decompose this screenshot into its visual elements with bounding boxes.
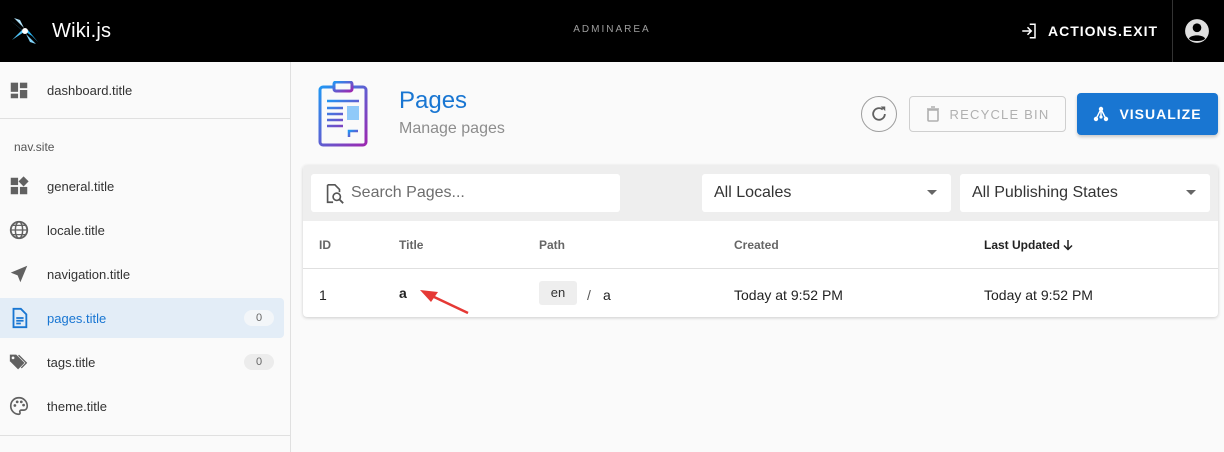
count-badge: 0 — [244, 310, 274, 326]
table-header: ID Title Path Created Last Updated — [303, 221, 1218, 269]
pages-card: All Locales All Publishing States ID Tit… — [303, 165, 1218, 317]
top-app-bar: Wiki.js ADMINAREA ACTIONS.EXIT — [0, 0, 1224, 62]
widgets-icon — [10, 176, 29, 195]
page-subtitle: Manage pages — [399, 120, 505, 137]
locale-chip: en — [539, 281, 577, 305]
sidebar-item-label: tags.title — [47, 354, 96, 370]
refresh-button[interactable] — [861, 96, 897, 132]
count-badge: 0 — [244, 354, 274, 370]
cell-created: Today at 9:52 PM — [734, 287, 843, 303]
recycle-bin-label: RECYCLE BIN — [949, 106, 1050, 122]
column-header-path[interactable]: Path — [539, 238, 565, 252]
sidebar-item-locale[interactable]: locale.title — [0, 210, 284, 250]
sidebar-item-label: theme.title — [47, 398, 107, 414]
locale-select-value: All Locales — [714, 184, 792, 201]
locale-select[interactable]: All Locales — [702, 174, 951, 212]
sidebar-item-pages[interactable]: pages.title 0 — [0, 298, 284, 338]
recycle-bin-button[interactable]: RECYCLE BIN — [909, 96, 1066, 132]
filter-toolbar: All Locales All Publishing States — [303, 165, 1218, 221]
palette-icon — [9, 396, 29, 416]
sidebar: dashboard.title nav.site general.title l… — [0, 62, 291, 452]
topbar-divider — [1172, 0, 1173, 62]
visualize-label: VISUALIZE — [1119, 106, 1202, 122]
sidebar-section-header: nav.site — [14, 140, 55, 154]
trash-icon — [926, 106, 939, 122]
dashboard-icon — [10, 82, 28, 99]
chevron-down-icon — [927, 190, 937, 195]
visualize-button[interactable]: VISUALIZE — [1077, 93, 1218, 135]
sidebar-item-label: locale.title — [47, 222, 105, 238]
exit-button[interactable]: ACTIONS.EXIT — [1020, 18, 1158, 44]
sort-arrow-down-icon — [1063, 240, 1073, 251]
sidebar-item-label: navigation.title — [47, 266, 131, 282]
file-document-icon — [12, 307, 28, 329]
exit-label: ACTIONS.EXIT — [1048, 23, 1159, 39]
page-title: Pages — [399, 87, 468, 114]
column-header-last-updated[interactable]: Last Updated — [984, 238, 1074, 252]
search-input[interactable] — [351, 182, 611, 204]
sidebar-item-tags[interactable]: tags.title 0 — [0, 342, 284, 382]
tags-icon — [9, 354, 28, 370]
publishing-state-select[interactable]: All Publishing States — [960, 174, 1210, 212]
search-box[interactable] — [311, 174, 620, 212]
column-header-label: Last Updated — [984, 238, 1061, 252]
cell-last-updated: Today at 9:52 PM — [984, 287, 1093, 303]
navigation-arrow-icon — [10, 265, 28, 283]
globe-icon — [9, 220, 29, 240]
file-search-icon — [326, 184, 344, 204]
sidebar-item-label: general.title — [47, 178, 115, 194]
clipboard-page-icon — [318, 81, 368, 147]
refresh-icon — [872, 106, 886, 121]
publishing-state-value: All Publishing States — [972, 184, 1118, 201]
path-separator: / — [587, 287, 591, 303]
sidebar-item-dashboard[interactable]: dashboard.title — [0, 70, 284, 110]
cell-title: a — [399, 285, 407, 301]
sidebar-item-label: pages.title — [47, 310, 107, 326]
column-header-id[interactable]: ID — [319, 238, 331, 252]
sidebar-item-label: dashboard.title — [47, 82, 133, 98]
sidebar-item-navigation[interactable]: navigation.title — [0, 254, 284, 294]
sidebar-item-general[interactable]: general.title — [0, 166, 284, 206]
exit-icon — [1022, 23, 1036, 39]
account-icon[interactable] — [1184, 18, 1210, 44]
sidebar-item-theme[interactable]: theme.title — [0, 386, 284, 426]
cell-path: a — [603, 287, 611, 303]
sidebar-divider — [0, 118, 290, 119]
sidebar-divider — [0, 435, 290, 436]
cell-id: 1 — [319, 287, 327, 303]
table-row[interactable]: 1 a en / a Today at 9:52 PM Today at 9:5… — [303, 269, 1218, 317]
column-header-created[interactable]: Created — [734, 238, 779, 252]
graph-icon — [1094, 106, 1109, 122]
chevron-down-icon — [1186, 190, 1196, 195]
column-header-title[interactable]: Title — [399, 238, 423, 252]
